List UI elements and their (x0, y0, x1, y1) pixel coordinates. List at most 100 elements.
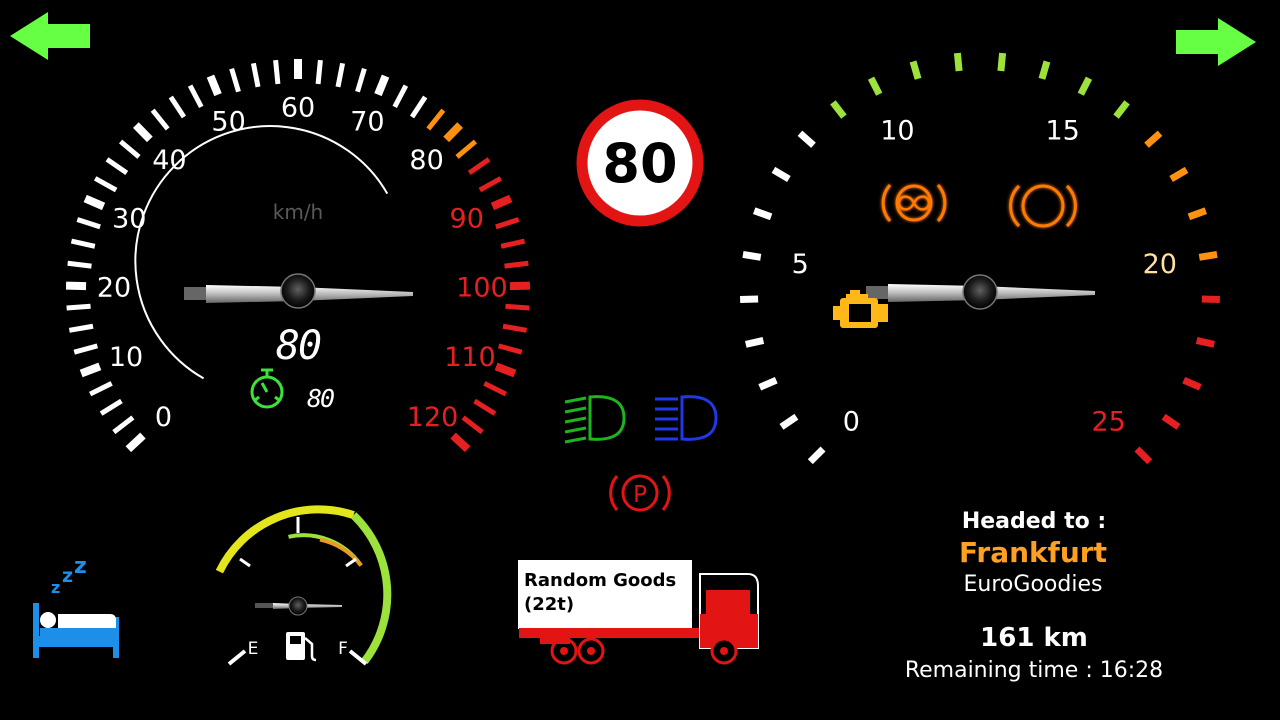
gauge-scale-label: 70 (350, 106, 384, 137)
gauge-minor-tick (504, 260, 529, 269)
speed-limit-value: 80 (602, 132, 677, 195)
gauge-minor-tick (76, 217, 101, 230)
gauge-scale-label: 10 (880, 116, 914, 147)
gauge-major-tick (867, 76, 883, 96)
destination-city: Frankfurt (959, 536, 1107, 569)
gauge-scale-label: 100 (456, 272, 508, 303)
gauge-minor-tick (1144, 130, 1163, 148)
gauge-major-tick (1198, 250, 1218, 261)
speedometer: 01020304050 60 708090100110120 km/h 80 80 (65, 59, 531, 453)
gauge-minor-tick (779, 413, 799, 430)
gauge-minor-tick (753, 207, 773, 221)
gauge-major-tick (1077, 76, 1093, 96)
svg-text:z: z (74, 554, 87, 579)
gauge-scale-label: 120 (407, 402, 459, 433)
gauge-minor-tick (1187, 207, 1207, 221)
svg-text:z: z (51, 578, 60, 597)
gauge-minor-tick (502, 323, 528, 333)
gauge-minor-tick (99, 398, 123, 416)
gauge-scale-label: 20 (97, 272, 131, 303)
parking-brake-letter: P (633, 482, 647, 508)
gauge-minor-tick (250, 62, 261, 88)
parking-brake-icon: P (609, 474, 671, 512)
gauge-minor-tick (483, 381, 507, 397)
gauge-minor-tick (68, 323, 94, 333)
gauge-minor-tick (495, 217, 520, 230)
remaining-time: Remaining time : 16:28 (905, 658, 1163, 683)
digital-speed-readout: 80 (276, 323, 321, 369)
gauge-major-tick (83, 194, 106, 211)
gauge-minor-tick (771, 166, 791, 183)
gauge-minor-tick (426, 108, 446, 131)
sleep-icon: z z z (33, 554, 119, 658)
gauge-minor-tick (187, 84, 204, 109)
gauge-minor-tick (1182, 376, 1202, 391)
fuel-hub (288, 596, 308, 616)
gauge-minor-tick (830, 100, 847, 119)
low-beam-icon (564, 395, 626, 444)
gauge-major-tick (79, 362, 102, 378)
gauge-minor-tick (355, 67, 367, 93)
gauge-minor-tick (118, 139, 141, 159)
left-arrow-icon (10, 12, 90, 60)
gauge-minor-tick (105, 157, 129, 175)
gauge-scale-label: 110 (444, 342, 496, 373)
gauge-scale-label: 90 (450, 203, 484, 234)
gauge-minor-tick (473, 398, 497, 416)
gauge-scale-label: 10 (109, 342, 143, 373)
gauge-minor-tick (112, 415, 135, 435)
rpm-hub (962, 274, 998, 310)
gauge-minor-tick (70, 238, 96, 249)
gauge-minor-tick (500, 238, 526, 249)
cruise-speed-readout: 80 (307, 384, 334, 413)
speedometer-scale: 01020304050 60 708090100110120 (97, 93, 508, 433)
gauge-major-tick (206, 74, 222, 97)
fuel-pump-icon (286, 632, 317, 662)
fuel-empty-label: E (248, 639, 259, 659)
gauge-major-tick (494, 362, 517, 378)
gauge-minor-tick (273, 59, 281, 85)
headed-to-label: Headed to : (962, 509, 1106, 534)
cargo-label: Random Goods (22t) (524, 569, 688, 617)
gauge-minor-tick (758, 376, 778, 391)
gauge-minor-tick (1201, 295, 1220, 304)
gauge-major-tick (443, 122, 463, 143)
gauge-scale-label: 80 (409, 145, 443, 176)
rpm-gauge: 0 5 10 15 20 25 (740, 52, 1220, 465)
gauge-minor-tick (478, 176, 503, 193)
retarder-icon (881, 184, 947, 222)
gauge-minor-tick (93, 176, 118, 193)
gauge-scale-label: 25 (1092, 406, 1126, 437)
fuel-gauge: E F (215, 505, 392, 666)
stopwatch-icon (250, 368, 284, 409)
gauge-major-tick (133, 122, 153, 143)
gauge-minor-tick (229, 67, 241, 93)
gauge-major-tick (450, 432, 471, 453)
gauge-major-tick (125, 432, 146, 453)
gauge-minor-tick (740, 295, 759, 304)
gauge-major-tick (742, 250, 762, 261)
gauge-minor-tick (335, 62, 346, 88)
gauge-minor-tick (392, 84, 409, 109)
forward-arrow-button[interactable] (1176, 18, 1256, 66)
job-info: Headed to : Frankfurt EuroGoodies 161 km… (905, 509, 1163, 683)
gauge-minor-tick (315, 59, 323, 85)
company-name: EuroGoodies (964, 572, 1103, 597)
gauge-minor-tick (89, 381, 113, 397)
gauge-scale-label: 0 (843, 406, 860, 437)
gauge-minor-tick (909, 60, 922, 80)
speed-unit-label: km/h (273, 200, 323, 224)
brake-warning-icon (1009, 184, 1077, 228)
gauge-minor-tick (461, 415, 484, 435)
gauge-major-tick (807, 446, 826, 465)
gauge-scale-label: 0 (155, 402, 172, 433)
speedometer-hub (280, 273, 316, 309)
gauge-minor-tick (1169, 166, 1189, 183)
gauge-minor-tick (1161, 413, 1181, 430)
cargo-weight: (22t) (524, 594, 575, 615)
gauge-minor-tick (745, 337, 765, 348)
gauge-minor-tick (1195, 337, 1215, 348)
gauge-minor-tick (67, 260, 92, 269)
gauge-scale-label: 15 (1045, 116, 1079, 147)
back-arrow-button[interactable] (10, 12, 90, 60)
